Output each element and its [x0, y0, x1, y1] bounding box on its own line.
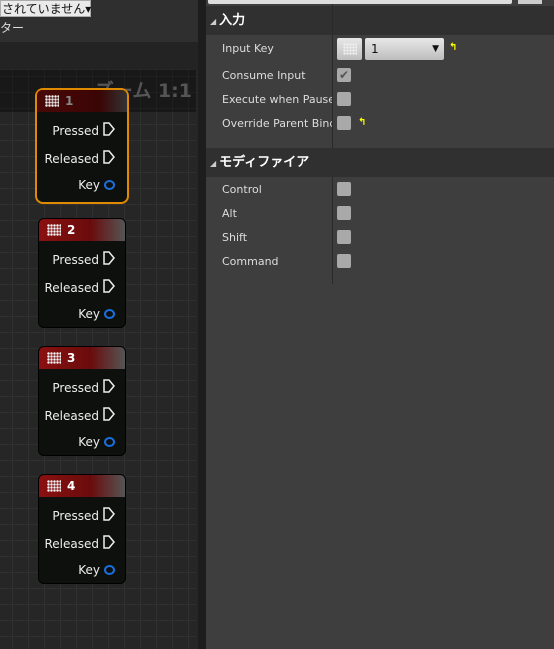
- override-checkbox[interactable]: [337, 116, 351, 130]
- pin-label: Key: [78, 563, 100, 577]
- pressed-pin[interactable]: Pressed: [52, 379, 115, 396]
- pressed-pin[interactable]: Pressed: [52, 507, 115, 524]
- modifier-label: Shift: [222, 231, 248, 244]
- exec-pin-icon: [103, 507, 115, 524]
- view-options-button[interactable]: [518, 0, 542, 4]
- details-panel: ◢ 入力 Input Key 1 ▼ ↰ Consume Input ✔ Execu…: [206, 0, 554, 649]
- exec-pin-icon: [103, 535, 115, 552]
- modifier-label: Control: [222, 183, 262, 196]
- node-title: 1: [65, 94, 74, 108]
- modifier-checkbox[interactable]: [337, 230, 351, 244]
- pin-label: Pressed: [52, 380, 99, 395]
- debug-filter-dropdown[interactable]: されていません▾: [0, 0, 91, 17]
- released-pin[interactable]: Released: [44, 150, 115, 167]
- check-icon: ✔: [338, 68, 350, 82]
- node-header: 2: [39, 219, 125, 241]
- keyboard-icon: [47, 352, 61, 364]
- input-key-node[interactable]: 1 Pressed Released Key: [35, 88, 129, 204]
- node-header: 4: [39, 475, 125, 497]
- keyboard-icon: [47, 224, 61, 236]
- pin-label: Pressed: [52, 508, 99, 523]
- data-pin-icon: [104, 437, 115, 447]
- filter-label: ター: [0, 21, 25, 35]
- data-pin-icon: [104, 309, 115, 319]
- execute-paused-label: Execute when Paused: [222, 93, 332, 106]
- node-title: 4: [67, 479, 76, 493]
- pin-label: Released: [44, 280, 99, 295]
- exec-pin-icon: [103, 251, 115, 268]
- pressed-pin[interactable]: Pressed: [52, 251, 115, 268]
- key-selector-button[interactable]: [337, 38, 362, 60]
- node-title: 2: [67, 223, 76, 237]
- key-pin[interactable]: Key: [78, 435, 115, 449]
- pin-label: Key: [78, 435, 100, 449]
- reset-default-icon[interactable]: ↰: [449, 42, 457, 53]
- keyboard-icon: [342, 43, 357, 55]
- modifier-label: Command: [222, 255, 279, 268]
- modifier-checkbox[interactable]: [337, 206, 351, 220]
- consume-input-checkbox[interactable]: ✔: [337, 68, 351, 82]
- caret-down-icon: ▼: [432, 44, 439, 54]
- reset-default-icon[interactable]: ↰: [358, 117, 366, 128]
- exec-pin-icon: [103, 150, 115, 167]
- caret-down-icon: ▾: [85, 2, 92, 16]
- key-pin[interactable]: Key: [78, 178, 115, 192]
- pin-label: Released: [44, 151, 99, 166]
- released-pin[interactable]: Released: [44, 535, 115, 552]
- input-key-value: 1: [371, 42, 379, 56]
- search-input[interactable]: [208, 0, 512, 4]
- key-pin[interactable]: Key: [78, 563, 115, 577]
- input-key-node[interactable]: 2 Pressed Released Key: [38, 218, 126, 328]
- node-title: 3: [67, 351, 76, 365]
- execute-paused-checkbox[interactable]: [337, 92, 351, 106]
- node-header: 1: [37, 90, 127, 112]
- input-key-node[interactable]: 3 Pressed Released Key: [38, 346, 126, 456]
- category-modifier[interactable]: ◢ モディファイア: [206, 148, 554, 177]
- pin-label: Key: [78, 178, 100, 192]
- pin-label: Released: [44, 536, 99, 551]
- graph-toolbar: されていません▾ ター: [0, 0, 198, 42]
- data-pin-icon: [104, 565, 115, 575]
- modifier-checkbox[interactable]: [337, 182, 351, 196]
- key-pin[interactable]: Key: [78, 307, 115, 321]
- collapse-triangle-icon: ◢: [210, 159, 217, 168]
- node-header: 3: [39, 347, 125, 369]
- pin-label: Pressed: [52, 123, 99, 138]
- modifier-checkbox[interactable]: [337, 254, 351, 268]
- category-title: 入力: [219, 13, 246, 28]
- dropdown-text: されていません: [2, 2, 86, 16]
- override-label: Override Parent Bindir: [222, 117, 332, 130]
- exec-pin-icon: [103, 379, 115, 396]
- input-key-label: Input Key: [222, 42, 274, 55]
- category-input[interactable]: ◢ 入力: [206, 6, 554, 35]
- pin-label: Released: [44, 408, 99, 423]
- exec-pin-icon: [103, 279, 115, 296]
- released-pin[interactable]: Released: [44, 407, 115, 424]
- exec-pin-icon: [103, 407, 115, 424]
- data-pin-icon: [104, 180, 115, 190]
- graph-tab-band: [0, 42, 198, 69]
- input-key-node[interactable]: 4 Pressed Released Key: [38, 474, 126, 584]
- pin-label: Key: [78, 307, 100, 321]
- released-pin[interactable]: Released: [44, 279, 115, 296]
- pin-label: Pressed: [52, 252, 99, 267]
- graph-canvas[interactable]: ズーム 1:1 1 Pressed Released Key 2 Pressed …: [0, 70, 196, 649]
- consume-input-label: Consume Input: [222, 69, 306, 82]
- category-title: モディファイア: [219, 155, 310, 170]
- column-divider[interactable]: [332, 4, 333, 284]
- graph-panel: されていません▾ ター ズーム 1:1 1 Pressed Released K…: [0, 0, 198, 649]
- keyboard-icon: [45, 95, 59, 107]
- keyboard-icon: [47, 480, 61, 492]
- input-key-dropdown[interactable]: 1 ▼: [365, 38, 444, 60]
- modifier-label: Alt: [222, 207, 237, 220]
- pressed-pin[interactable]: Pressed: [52, 122, 115, 139]
- collapse-triangle-icon: ◢: [210, 17, 217, 26]
- exec-pin-icon: [103, 122, 115, 139]
- panel-splitter[interactable]: [198, 0, 206, 649]
